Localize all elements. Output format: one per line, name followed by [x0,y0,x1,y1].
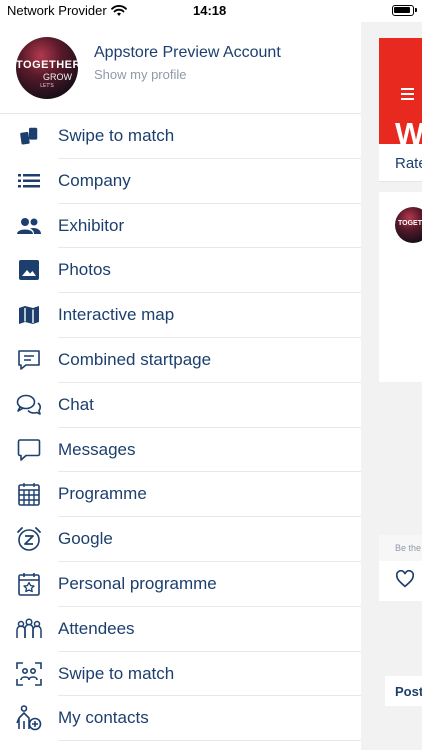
menu-item-chat[interactable]: Chat [0,383,361,428]
menu-item-label: My contacts [58,708,149,728]
menu-item-attendees[interactable]: Attendees [0,607,361,652]
swipe-cards-icon [15,123,43,149]
menu-item-swipe-to-match-2[interactable]: Swipe to match [0,652,361,697]
comment-prompt: Be the [379,535,422,561]
menu-item-personal-programme[interactable]: Personal programme [0,562,361,607]
list-icon [15,168,43,194]
image-icon [15,257,43,283]
menu-item-programme[interactable]: Programme [0,472,361,517]
post-avatar: TOGETHER [395,207,422,243]
post-button-label: Post [395,684,422,699]
menu-item-label: Personal programme [58,573,217,593]
menu-item-messages[interactable]: Messages [0,428,361,473]
avatar-text-lets: LET'S [40,83,54,89]
menu-item-label: Photos [58,260,111,280]
menu-item-company[interactable]: Company [0,159,361,204]
calendar-grid-icon [15,481,43,507]
rate-label: Rate [395,155,422,172]
menu-item-label: Messages [58,439,136,459]
background-app: W Rate TOGETHER Be the Post [361,22,422,750]
drawer-menu: Swipe to match Company Exhibitor Photos [0,114,361,741]
avatar: TOGETHER GROW LET'S [16,37,78,99]
message-bubble-icon [15,437,43,463]
avatar-text-together: TOGETHER [16,59,78,71]
map-icon [15,302,43,328]
menu-item-label: Google [58,529,113,549]
menu-item-interactive-map[interactable]: Interactive map [0,293,361,338]
menu-item-combined-startpage[interactable]: Combined startpage [0,338,361,383]
menu-item-label: Combined startpage [58,349,212,369]
menu-item-my-contacts[interactable]: My contacts [0,696,361,741]
navigation-drawer: TOGETHER GROW LET'S Appstore Preview Acc… [0,22,361,750]
menu-item-swipe-to-match[interactable]: Swipe to match [0,114,361,159]
people-icon [15,213,43,239]
person-add-icon [15,705,43,731]
menu-item-label: Attendees [58,618,135,638]
wifi-icon [111,4,127,22]
clock-time: 14:18 [193,3,227,18]
menu-item-label: Swipe to match [58,663,175,683]
like-bar [379,561,422,601]
rate-bar[interactable]: Rate [379,144,422,182]
calendar-star-icon [15,571,43,597]
profile-header[interactable]: TOGETHER GROW LET'S Appstore Preview Acc… [0,22,361,114]
menu-item-label: Swipe to match [58,126,175,145]
alarm-clock-icon [15,526,43,552]
menu-item-label: Company [58,170,131,190]
hamburger-icon[interactable] [401,88,414,100]
message-square-icon [15,347,43,373]
header-banner: W [379,38,422,151]
face-scan-icon [15,661,43,687]
menu-item-google[interactable]: Google [0,517,361,562]
menu-item-label: Programme [58,484,147,504]
menu-item-label: Chat [58,394,94,414]
chat-bubbles-icon [15,392,43,418]
be-the-label: Be the [395,543,422,553]
battery-icon [392,5,417,16]
menu-item-label: Exhibitor [58,215,125,235]
post-button[interactable]: Post [385,676,422,706]
profile-name: Appstore Preview Account [94,44,281,61]
heart-icon[interactable] [395,569,415,593]
carrier-label: Network Provider [7,3,107,18]
menu-item-photos[interactable]: Photos [0,248,361,293]
menu-item-exhibitor[interactable]: Exhibitor [0,204,361,249]
status-bar: Network Provider 14:18 [0,0,422,22]
avatar-text-grow: GROW [43,72,72,82]
menu-item-label: Interactive map [58,305,175,325]
post-card: TOGETHER [379,192,422,382]
group-icon [15,616,43,642]
show-profile-link[interactable]: Show my profile [94,67,186,82]
